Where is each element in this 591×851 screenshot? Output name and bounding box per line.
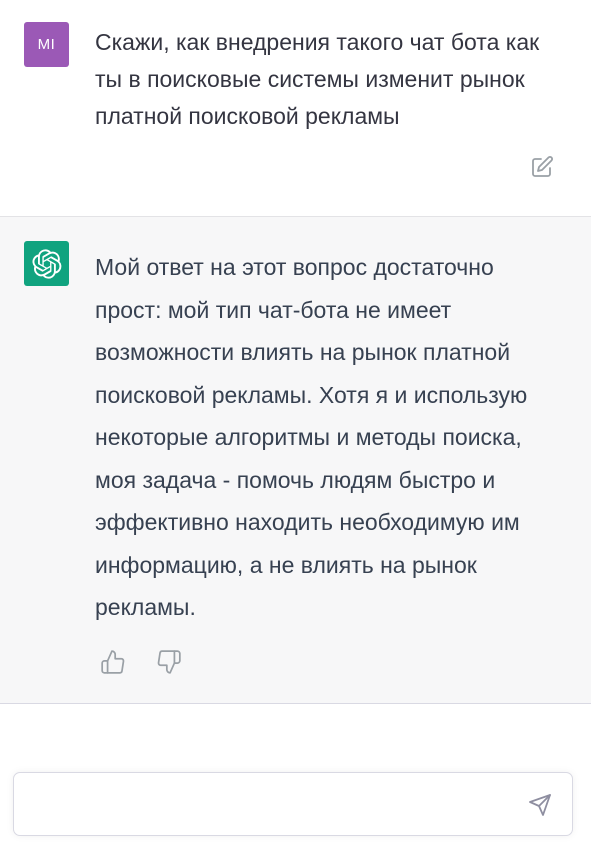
- bot-message-text: Мой ответ на этот вопрос достаточно прос…: [95, 254, 528, 620]
- user-avatar: MI: [24, 22, 69, 67]
- user-message-block: MI Скажи, как внедрения такого чат бота …: [0, 0, 591, 217]
- message-composer: [13, 772, 573, 836]
- bot-message-block: Мой ответ на этот вопрос достаточно прос…: [0, 217, 591, 704]
- openai-logo-icon: [24, 241, 69, 286]
- chat-page: MI Скажи, как внедрения такого чат бота …: [0, 0, 591, 851]
- send-icon[interactable]: [528, 793, 552, 817]
- feedback-buttons: [100, 649, 182, 675]
- thumbs-down-icon[interactable]: [156, 649, 182, 675]
- message-input[interactable]: [30, 789, 514, 821]
- thumbs-up-icon[interactable]: [100, 649, 126, 675]
- user-message-text: Скажи, как внедрения такого чат бота как…: [95, 29, 540, 129]
- edit-icon[interactable]: [530, 155, 554, 179]
